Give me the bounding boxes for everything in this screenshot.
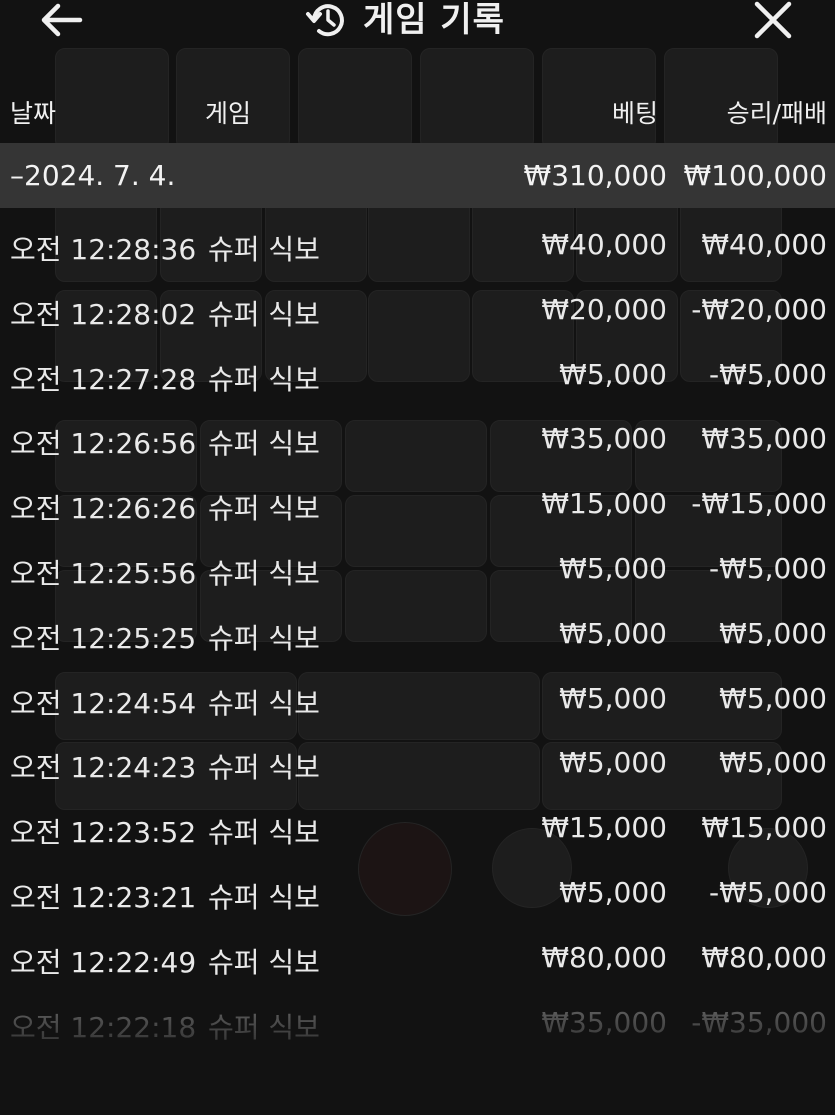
row-bet: ₩5,000 bbox=[559, 357, 667, 391]
row-time: 오전 12:24:23 bbox=[10, 751, 197, 785]
row-time: 오전 12:24:54 bbox=[10, 686, 197, 720]
row-bet: ₩15,000 bbox=[541, 487, 667, 521]
row-game: 슈퍼 식보 bbox=[208, 816, 320, 850]
row-game: 슈퍼 식보 bbox=[208, 492, 320, 526]
row-result: -₩5,000 bbox=[709, 357, 827, 391]
history-row[interactable]: 오전 12:28:36 슈퍼 식보 ₩40,000 ₩40,000 bbox=[0, 214, 835, 279]
row-result: ₩5,000 bbox=[719, 746, 827, 780]
row-bet: ₩80,000 bbox=[541, 940, 667, 974]
history-row[interactable]: 오전 12:25:56 슈퍼 식보 ₩5,000 -₩5,000 bbox=[0, 538, 835, 603]
row-time: 오전 12:25:56 bbox=[10, 556, 197, 590]
row-result: ₩35,000 bbox=[701, 422, 827, 456]
row-result: ₩40,000 bbox=[701, 228, 827, 261]
row-game: 슈퍼 식보 bbox=[208, 945, 320, 979]
close-icon[interactable] bbox=[752, 0, 794, 40]
group-date: –2024. 7. 4. bbox=[10, 159, 176, 192]
row-time: 오전 12:22:18 bbox=[10, 1010, 197, 1044]
row-time: 오전 12:28:02 bbox=[10, 297, 197, 331]
row-bet: ₩5,000 bbox=[559, 551, 667, 585]
date-group-row[interactable]: –2024. 7. 4. ₩310,000 ₩100,000 bbox=[0, 143, 835, 208]
row-result: -₩5,000 bbox=[709, 875, 827, 909]
row-bet: ₩15,000 bbox=[541, 811, 667, 845]
bg-dice-tile bbox=[55, 48, 169, 150]
history-list[interactable]: 오전 12:28:36 슈퍼 식보 ₩40,000 ₩40,000 오전 12:… bbox=[0, 214, 835, 1056]
column-header-bet: 베팅 bbox=[611, 99, 658, 128]
bg-dice-tile bbox=[298, 48, 412, 150]
row-bet: ₩5,000 bbox=[559, 746, 667, 780]
row-game: 슈퍼 식보 bbox=[208, 621, 320, 655]
column-header-result: 승리/패배 bbox=[726, 99, 827, 128]
row-game: 슈퍼 식보 bbox=[208, 686, 320, 720]
group-result-total: ₩100,000 bbox=[683, 159, 827, 192]
history-row[interactable]: 오전 12:24:54 슈퍼 식보 ₩5,000 ₩5,000 bbox=[0, 668, 835, 733]
column-header-game: 게임 bbox=[205, 99, 252, 128]
row-game: 슈퍼 식보 bbox=[208, 233, 320, 266]
arrow-left-icon[interactable] bbox=[40, 0, 84, 40]
row-time: 오전 12:28:36 bbox=[10, 233, 197, 266]
row-result: -₩35,000 bbox=[691, 1005, 827, 1039]
history-row[interactable]: 오전 12:23:21 슈퍼 식보 ₩5,000 -₩5,000 bbox=[0, 862, 835, 927]
row-time: 오전 12:23:21 bbox=[10, 880, 197, 914]
history-row[interactable]: 오전 12:28:02 슈퍼 식보 ₩20,000 -₩20,000 bbox=[0, 279, 835, 344]
history-row[interactable]: 오전 12:26:26 슈퍼 식보 ₩15,000 -₩15,000 bbox=[0, 473, 835, 538]
page-title: 게임 기록 bbox=[363, 0, 505, 40]
row-time: 오전 12:26:56 bbox=[10, 427, 197, 461]
row-bet: ₩40,000 bbox=[541, 228, 667, 261]
row-time: 오전 12:27:28 bbox=[10, 362, 197, 396]
group-bet-total: ₩310,000 bbox=[523, 159, 667, 192]
row-game: 슈퍼 식보 bbox=[208, 427, 320, 461]
history-row[interactable]: 오전 12:27:28 슈퍼 식보 ₩5,000 -₩5,000 bbox=[0, 344, 835, 409]
row-time: 오전 12:23:52 bbox=[10, 816, 197, 850]
history-row[interactable]: 오전 12:22:18 슈퍼 식보 ₩35,000 -₩35,000 bbox=[0, 992, 835, 1057]
row-time: 오전 12:25:25 bbox=[10, 621, 197, 655]
header-bar: 게임 기록 bbox=[0, 0, 835, 46]
row-game: 슈퍼 식보 bbox=[208, 1010, 320, 1044]
bg-dice-tile bbox=[420, 48, 534, 150]
history-row[interactable]: 오전 12:24:23 슈퍼 식보 ₩5,000 ₩5,000 bbox=[0, 732, 835, 797]
row-result: -₩15,000 bbox=[691, 487, 827, 521]
row-time: 오전 12:22:49 bbox=[10, 945, 197, 979]
history-row[interactable]: 오전 12:23:52 슈퍼 식보 ₩15,000 ₩15,000 bbox=[0, 797, 835, 862]
row-game: 슈퍼 식보 bbox=[208, 751, 320, 785]
row-result: ₩5,000 bbox=[719, 616, 827, 650]
history-row[interactable]: 오전 12:25:25 슈퍼 식보 ₩5,000 ₩5,000 bbox=[0, 603, 835, 668]
row-bet: ₩35,000 bbox=[541, 1005, 667, 1039]
row-bet: ₩5,000 bbox=[559, 616, 667, 650]
row-result: ₩5,000 bbox=[719, 681, 827, 715]
history-row[interactable]: 오전 12:26:56 슈퍼 식보 ₩35,000 ₩35,000 bbox=[0, 408, 835, 473]
history-icon bbox=[306, 4, 344, 37]
row-bet: ₩35,000 bbox=[541, 422, 667, 456]
row-game: 슈퍼 식보 bbox=[208, 556, 320, 590]
column-header-date: 날짜 bbox=[10, 99, 57, 128]
row-time: 오전 12:26:26 bbox=[10, 492, 197, 526]
row-result: ₩15,000 bbox=[701, 811, 827, 845]
row-game: 슈퍼 식보 bbox=[208, 297, 320, 331]
row-bet: ₩20,000 bbox=[541, 292, 667, 326]
row-result: ₩80,000 bbox=[701, 940, 827, 974]
row-game: 슈퍼 식보 bbox=[208, 880, 320, 914]
header-title-group: 게임 기록 bbox=[305, 0, 505, 40]
row-bet: ₩5,000 bbox=[559, 681, 667, 715]
row-result: -₩5,000 bbox=[709, 551, 827, 585]
row-bet: ₩5,000 bbox=[559, 875, 667, 909]
row-result: -₩20,000 bbox=[691, 292, 827, 326]
history-row[interactable]: 오전 12:22:49 슈퍼 식보 ₩80,000 ₩80,000 bbox=[0, 927, 835, 992]
row-game: 슈퍼 식보 bbox=[208, 362, 320, 396]
